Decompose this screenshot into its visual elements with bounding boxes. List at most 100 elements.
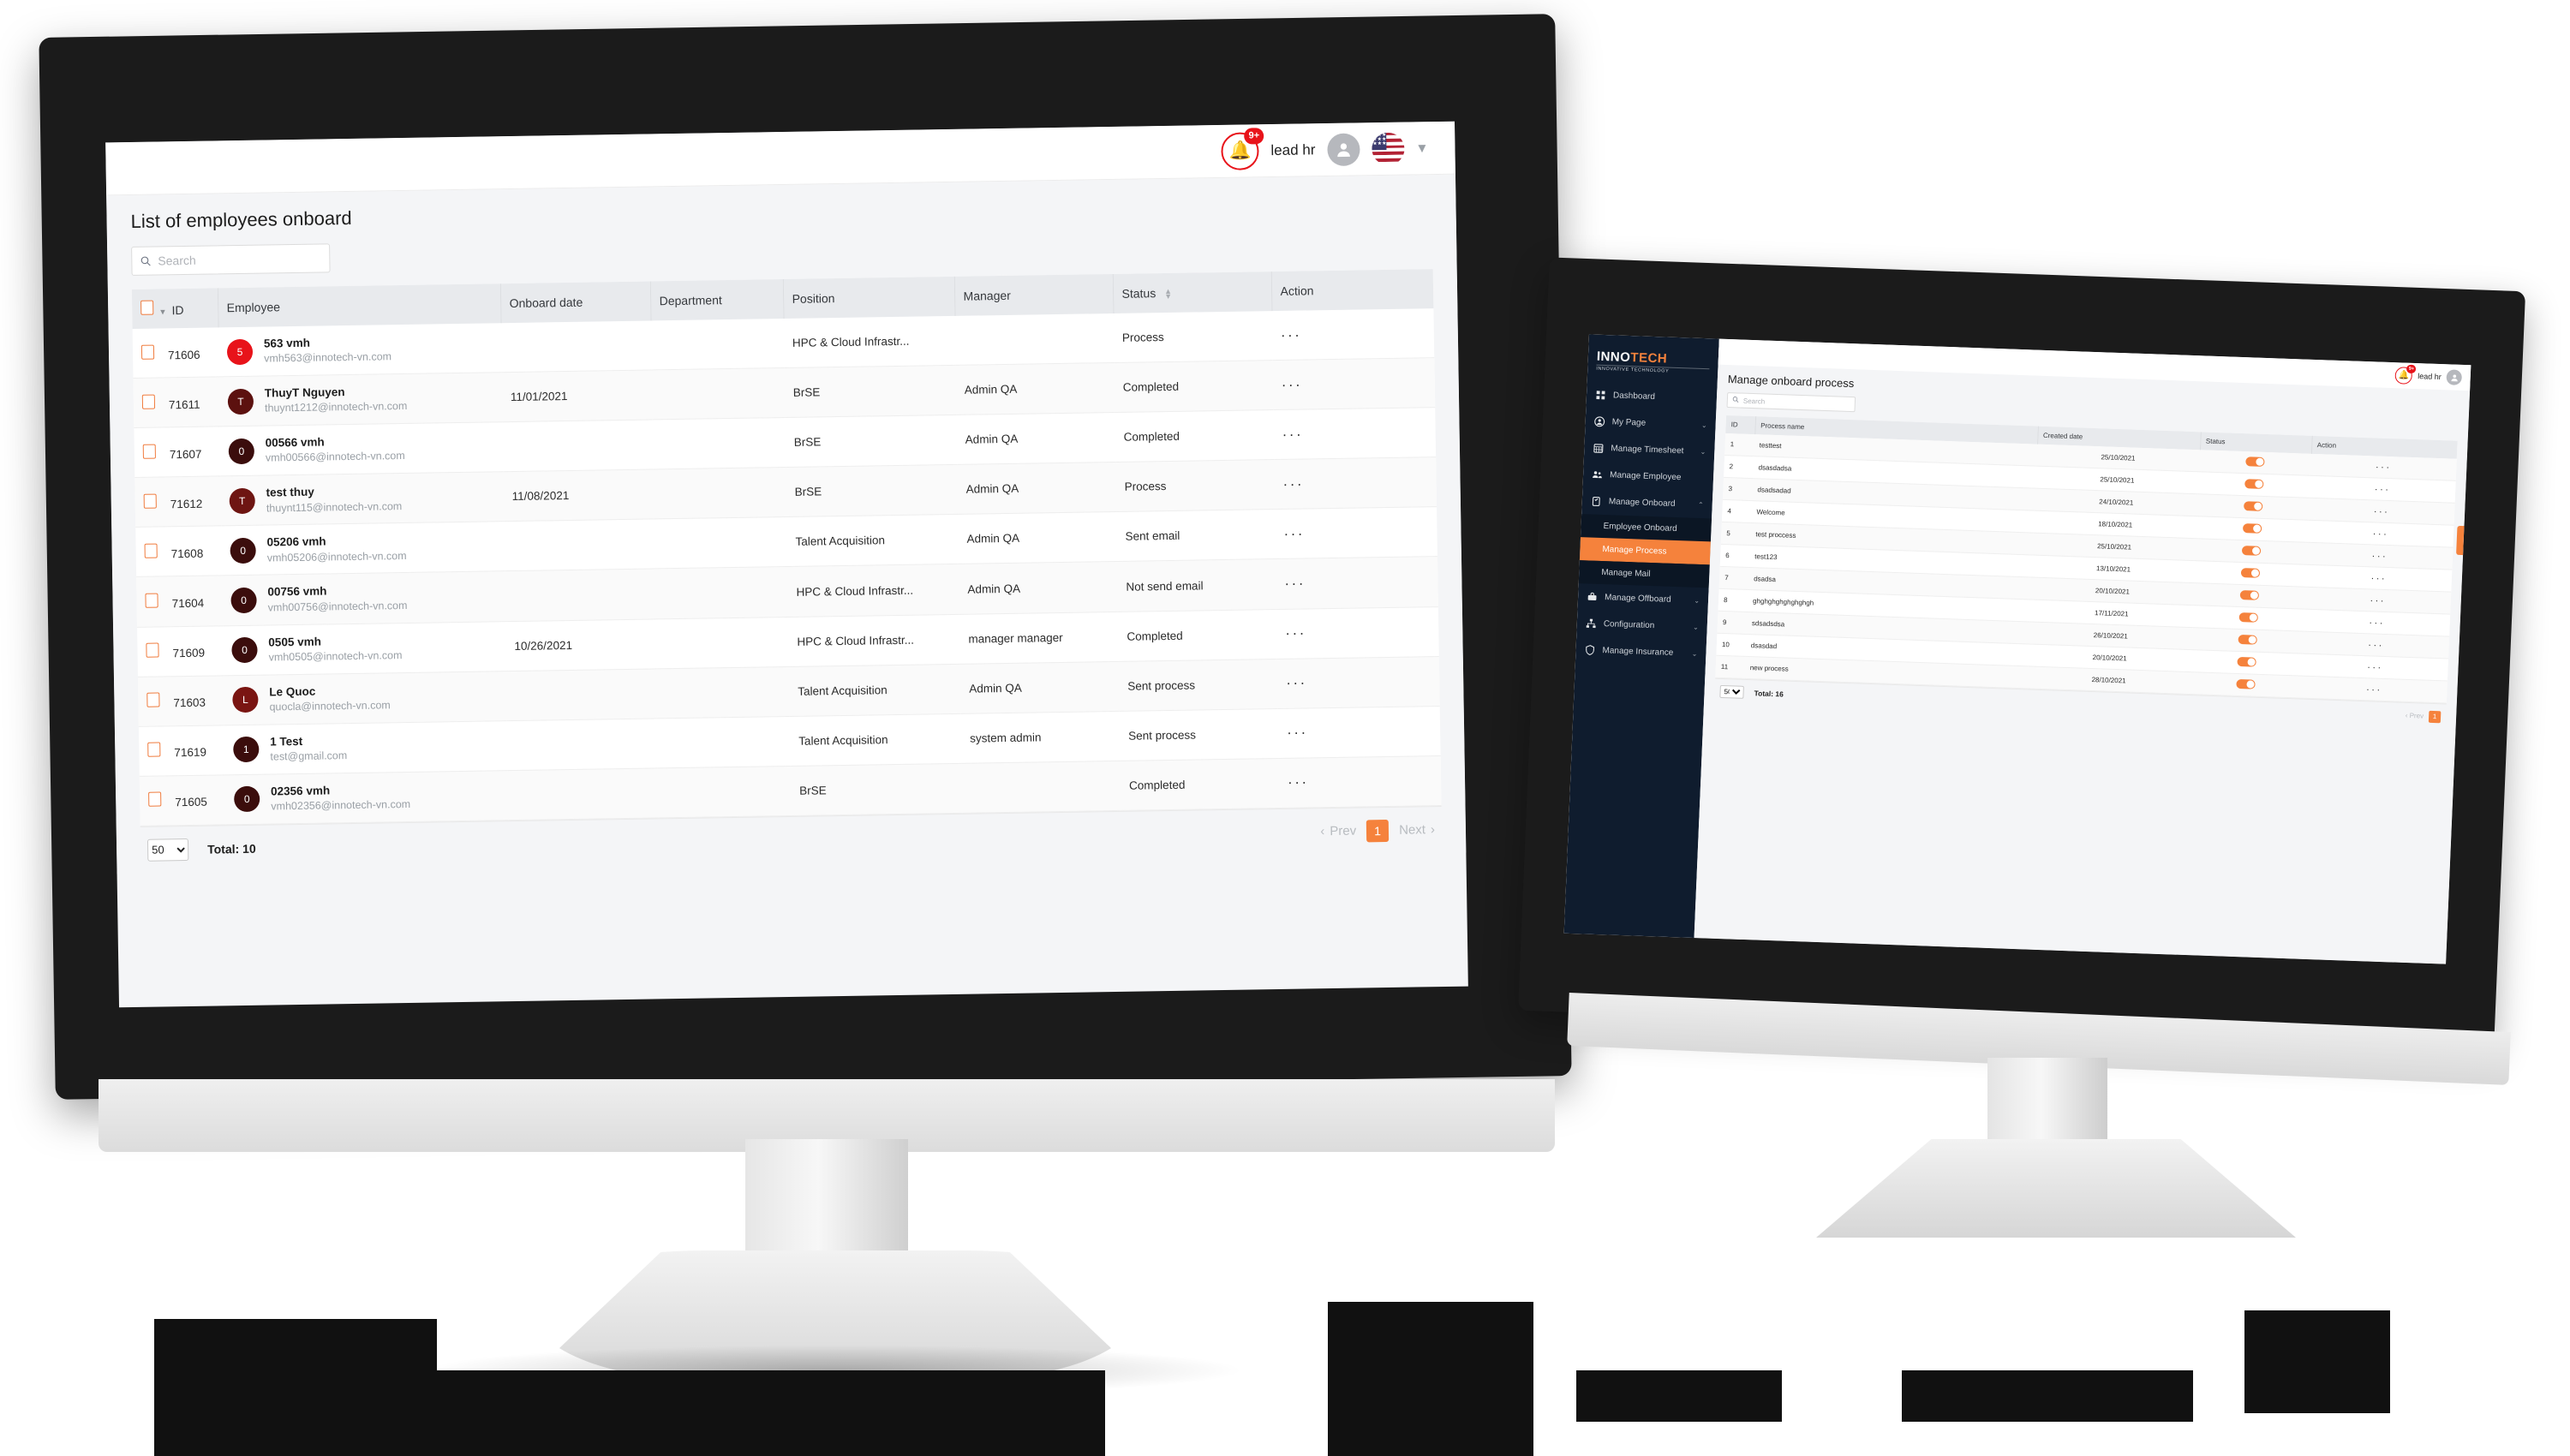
row-actions-button[interactable]: ··· [1284,576,1306,592]
status-toggle[interactable] [2244,501,2263,511]
row-checkbox[interactable] [143,493,157,509]
row-checkbox[interactable] [146,692,160,707]
status-toggle[interactable] [2241,546,2262,556]
status-toggle[interactable] [2242,523,2262,534]
chevron-toggle-icon[interactable]: ⌄ [1694,597,1700,605]
search-box[interactable]: Search [1726,392,1856,413]
employee-email: vmh00756@innotech-vn.com [267,599,408,614]
employee-email: vmh563@innotech-vn.com [264,350,392,365]
prev-page-button[interactable]: ‹ Prev [1320,824,1356,839]
notification-bell-button[interactable]: 🔔 9+ [2394,364,2417,385]
chevron-toggle-icon[interactable]: ⌄ [1700,448,1706,456]
next-label: Next [1398,822,1426,838]
cell-id: 71609 [137,625,224,677]
sidebar-nav: Dashboard My Page ⌄ Manage Timesheet ⌄ Manage… [1581,381,1717,518]
avatar[interactable] [1327,132,1360,166]
row-actions-button[interactable]: ··· [2376,462,2392,473]
cell-status: Process [1115,459,1276,512]
status-toggle[interactable] [2240,568,2261,578]
column-header-manager[interactable]: Manager [953,273,1114,316]
chevron-down-icon[interactable]: ▾ [1416,139,1425,157]
status-toggle[interactable] [2239,590,2260,600]
row-checkbox[interactable] [141,394,156,409]
sidebar-item-manage-insurance[interactable]: Manage Insurance ⌄ [1575,636,1706,667]
status-toggle[interactable] [2244,479,2264,489]
page-body: Manage onboard process Search ID Process… [1704,365,2470,730]
column-header-position[interactable]: Position [782,276,955,319]
chevron-toggle-icon[interactable]: ⌃ [1698,501,1704,509]
page-number-1[interactable]: 1 [2428,710,2442,723]
chevron-toggle-icon[interactable]: ⌄ [1692,650,1698,658]
cell-id: 11 [1715,655,1746,679]
employee-name: 563 vmh [263,336,311,350]
status-toggle[interactable] [2238,612,2259,623]
row-actions-button[interactable]: ··· [1288,774,1309,791]
chevron-toggle-icon[interactable]: ⌄ [1701,421,1707,429]
row-actions-button[interactable]: ··· [2375,484,2391,495]
column-header-onboard-date[interactable]: Onboard date [499,281,651,324]
row-actions-button[interactable]: ··· [2373,528,2389,540]
row-actions-button[interactable]: ··· [2367,662,2383,673]
row-id-label: 71608 [170,546,204,561]
select-all-checkbox[interactable] [140,300,154,315]
cell-action: ··· [1277,706,1441,759]
status-toggle[interactable] [2245,456,2265,467]
per-page-select[interactable]: 50 [1719,684,1744,699]
monitor-right: INNOTECH INNOVATIVE TECHNOLOGY Dashboard… [1517,257,2544,1238]
row-checkbox[interactable] [144,543,158,558]
next-page-button[interactable]: Next › [1399,823,1435,838]
status-toggle[interactable] [2237,656,2256,667]
row-actions-button[interactable]: ··· [2371,551,2388,562]
row-actions-button[interactable]: ··· [1282,475,1304,492]
cell-action: ··· [1275,506,1437,560]
row-actions-button[interactable]: ··· [2369,618,2385,629]
row-actions-button[interactable]: ··· [2368,640,2384,651]
row-actions-button[interactable]: ··· [2366,684,2382,695]
per-page-select[interactable]: 50 [146,838,189,862]
employee-avatar: 0 [230,537,256,564]
page-number-1[interactable]: 1 [1366,819,1390,843]
column-header-department[interactable]: Department [649,279,784,321]
page-body: List of employees onboard ▾ ID [106,174,1467,874]
search-input[interactable] [158,251,330,268]
bell-icon: 🔔 [1228,140,1252,161]
row-actions-button[interactable]: ··· [1285,625,1306,641]
sort-updown-icon[interactable]: ▲ ▼ [1164,287,1172,301]
cell-id: 1 [1724,433,1755,456]
row-checkbox[interactable] [147,742,161,758]
clipboard-icon [1591,496,1603,507]
row-actions-button[interactable]: ··· [2374,506,2390,517]
row-actions-button[interactable]: ··· [1282,376,1303,392]
row-checkbox[interactable] [146,642,159,658]
row-actions-button[interactable]: ··· [2370,573,2387,584]
row-checkbox[interactable] [145,593,158,608]
cell-onboard-date [502,420,654,472]
row-checkbox[interactable] [148,791,162,808]
row-actions-button[interactable]: ··· [2370,595,2386,606]
prev-page-button[interactable]: ‹ Prev [2406,712,2424,720]
row-actions-button[interactable]: ··· [1282,426,1304,442]
us-flag-icon[interactable]: ★★★★ ★★★★ ★★★★ [1372,132,1405,165]
employee-avatar: L [232,686,259,713]
sidebar-item-label: My Page [1611,417,1647,428]
search-box[interactable] [131,243,331,276]
row-actions-button[interactable]: ··· [1283,525,1305,541]
cell-status: Completed [1114,360,1274,413]
status-toggle[interactable] [2236,678,2256,689]
column-header-id[interactable]: ▾ ID [131,288,218,329]
row-actions-button[interactable]: ··· [1281,326,1302,343]
row-actions-button[interactable]: ··· [1287,725,1308,741]
avatar[interactable] [2446,369,2463,385]
column-header-status[interactable]: Status ▲ ▼ [1112,272,1272,313]
status-toggle[interactable] [2238,634,2257,645]
column-header-employee[interactable]: Employee [217,283,501,328]
column-header-id[interactable]: ID [1725,415,1756,435]
row-checkbox[interactable] [142,444,156,459]
row-actions-button[interactable]: ··· [1286,675,1307,691]
flag-canton: ★★★★ ★★★★ ★★★★ [1372,132,1387,151]
row-checkbox[interactable] [140,344,155,360]
cell-manager: Admin QA [959,561,1118,614]
chevron-toggle-icon[interactable]: ⌄ [1693,624,1699,631]
notification-bell-button[interactable]: 🔔 9+ [1221,127,1264,170]
monitor-left-screen: 🔔 9+ lead hr ★★★★ ★★★★ ★★★★ ▾ List of em… [105,121,1468,1008]
